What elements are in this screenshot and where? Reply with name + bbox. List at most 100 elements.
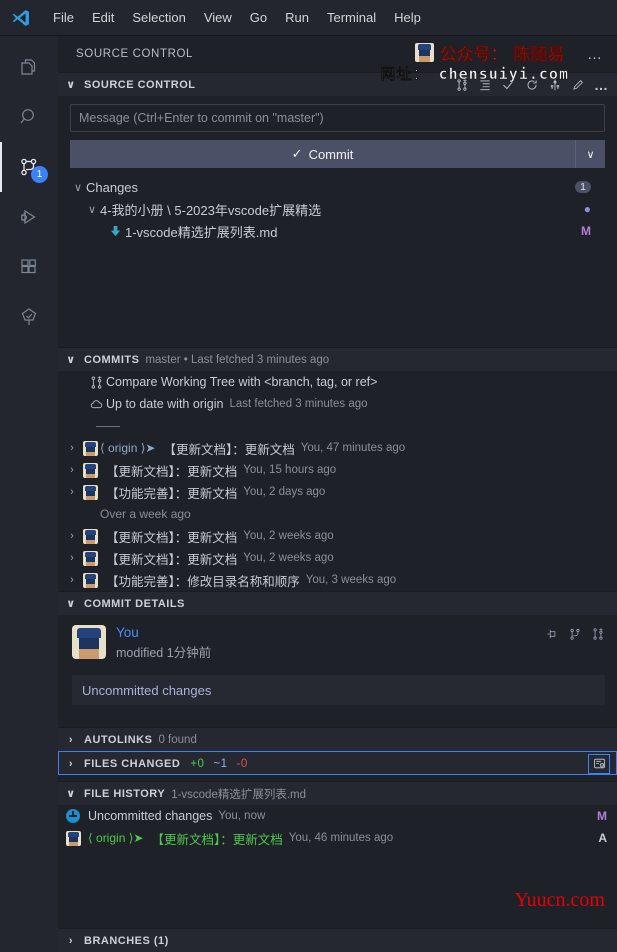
chevron-down-icon: ∨	[73, 181, 83, 194]
refresh-icon[interactable]	[525, 78, 539, 92]
view-title-bar: SOURCE CONTROL …	[58, 36, 617, 72]
commits-group-label: Over a week ago	[100, 507, 191, 521]
commit-meta: You, 3 weeks ago	[305, 574, 397, 586]
source-control-more-icon[interactable]: …	[594, 77, 609, 93]
sidebar: SOURCE CONTROL … ∨ SOURCE CONTROL … Mess…	[58, 36, 617, 952]
count-added: +0	[190, 757, 205, 770]
activity-item-explorer[interactable]	[0, 42, 58, 92]
avatar	[80, 440, 100, 456]
commit-row[interactable]: › 【更新文档】：更新文档 You, 15 hours ago	[58, 459, 617, 481]
workbench-body: 1 SOURCE CONTROL … ∨ SOURCE CONTROL … Me…	[0, 36, 617, 952]
pin-icon[interactable]	[545, 627, 559, 641]
file-history-label: Uncommitted changes	[88, 809, 213, 823]
commit-meta: You, 2 weeks ago	[243, 530, 334, 542]
avatar	[80, 484, 100, 500]
commit-meta: You, 2 weeks ago	[243, 552, 334, 564]
section-header-commit-details[interactable]: ∨ COMMIT DETAILS	[58, 591, 617, 615]
changes-file-label: 1-vscode精选扩展列表.md	[125, 224, 278, 240]
activity-item-source-control[interactable]: 1	[0, 142, 58, 192]
commit-action-compare[interactable]: Compare Working Tree with <branch, tag, …	[58, 371, 617, 393]
view-more-actions-icon[interactable]: …	[583, 46, 607, 63]
section-label: FILES CHANGED	[84, 757, 181, 770]
section-header-commits[interactable]: ∨ COMMITS master • Last fetched 3 minute…	[58, 347, 617, 371]
git-branch-icon[interactable]	[568, 627, 582, 641]
commit-message: 【更新文档】：更新文档	[106, 530, 238, 545]
avatar	[80, 550, 100, 566]
up-to-date-label: Up to date with origin	[106, 397, 224, 411]
commit-button[interactable]: ✓ Commit	[70, 140, 575, 168]
search-icon	[17, 105, 41, 129]
commit-meta: You, 47 minutes ago	[300, 442, 406, 454]
commits-list: Compare Working Tree with <branch, tag, …	[58, 371, 617, 591]
cloud-icon	[86, 397, 106, 412]
commit-dropdown-button[interactable]: ∨	[575, 140, 605, 168]
menu-item-help[interactable]: Help	[385, 7, 430, 28]
section-label: COMMIT DETAILS	[84, 597, 185, 610]
commit-meta: You, 15 hours ago	[243, 464, 337, 476]
section-header-source-control[interactable]: ∨ SOURCE CONTROL …	[58, 72, 617, 96]
source-control-badge: 1	[31, 166, 48, 183]
menu-item-terminal[interactable]: Terminal	[318, 7, 385, 28]
commit-row[interactable]: › 【功能完善】：更新文档 You, 2 days ago	[58, 481, 617, 503]
changes-file-row[interactable]: 1-vscode精选扩展列表.md M	[70, 220, 605, 242]
commit-action-up-to-date[interactable]: Up to date with origin Last fetched 3 mi…	[58, 393, 617, 415]
commit-check-icon[interactable]	[501, 77, 516, 92]
chevron-right-icon: ›	[68, 733, 74, 746]
commit-row[interactable]: › ⟨ origin ⟩➤ 【更新文档】：更新文档 You, 47 minute…	[58, 437, 617, 459]
commit-button-row: ✓ Commit ∨	[70, 140, 605, 168]
up-to-date-meta: Last fetched 3 minutes ago	[229, 398, 368, 410]
git-compare-icon[interactable]	[591, 627, 605, 641]
source-control-graph-icon[interactable]	[548, 78, 562, 92]
changes-folder-row[interactable]: ∨ 4-我的小册 \ 5-2023年vscode扩展精选 ●	[70, 198, 605, 220]
avatar	[66, 830, 88, 846]
commit-message-input[interactable]	[70, 104, 605, 132]
count-deleted: -0	[236, 757, 248, 770]
git-compare-icon	[86, 375, 106, 390]
section-header-files-changed[interactable]: › FILES CHANGED +0 ~1 -0	[58, 751, 617, 775]
commit-row[interactable]: › 【功能完善】：修改目录名称和顺序 You, 3 weeks ago	[58, 569, 617, 591]
commit-button-label: Commit	[308, 146, 354, 162]
activity-item-search[interactable]	[0, 92, 58, 142]
file-history-row[interactable]: ⟨ origin ⟩➤ 【更新文档】：更新文档 You, 46 minutes …	[58, 827, 617, 849]
file-history-list: Uncommitted changes You, now M ⟨ origin …	[58, 805, 617, 849]
view-as-tree-icon[interactable]	[478, 78, 492, 92]
menu-item-go[interactable]: Go	[241, 7, 276, 28]
files-changed-view-icon[interactable]	[588, 753, 610, 774]
avatar	[80, 528, 100, 544]
file-history-meta: You, 46 minutes ago	[288, 832, 394, 844]
activity-item-run-and-debug[interactable]	[0, 192, 58, 242]
commit-row[interactable]: › 【更新文档】：更新文档 You, 2 weeks ago	[58, 547, 617, 569]
commit-details-message: Uncommitted changes	[72, 675, 605, 705]
edit-pencil-icon[interactable]	[571, 78, 585, 92]
section-header-autolinks[interactable]: › AUTOLINKS 0 found	[58, 727, 617, 751]
chevron-right-icon: ›	[68, 757, 74, 770]
commit-author-name[interactable]: You	[116, 625, 211, 640]
section-header-file-history[interactable]: ∨ FILE HISTORY 1-vscode精选扩展列表.md	[58, 781, 617, 805]
changes-count-badge: 1	[567, 178, 591, 196]
section-header-branches[interactable]: › BRANCHES (1)	[58, 928, 617, 952]
commit-details-spacer	[72, 705, 605, 727]
commit-message: 【功能完善】：修改目录名称和顺序	[106, 574, 300, 589]
menu-bar: File Edit Selection View Go Run Terminal…	[0, 0, 617, 36]
menu-item-selection[interactable]: Selection	[123, 7, 194, 28]
file-history-row[interactable]: Uncommitted changes You, now M	[58, 805, 617, 827]
run-debug-icon	[17, 205, 41, 229]
section-label: FILE HISTORY	[84, 787, 166, 800]
chevron-right-icon: ›	[70, 486, 74, 498]
activity-item-extensions[interactable]	[0, 242, 58, 292]
commits-subtitle: master • Last fetched 3 minutes ago	[145, 353, 330, 366]
changes-tree: ∨ Changes 1 ∨ 4-我的小册 \ 5-2023年vscode扩展精选…	[70, 168, 605, 242]
menu-item-run[interactable]: Run	[276, 7, 318, 28]
menu-item-file[interactable]: File	[44, 7, 83, 28]
changes-folder-label: 4-我的小册 \ 5-2023年vscode扩展精选	[100, 202, 322, 218]
git-compare-icon[interactable]	[455, 78, 469, 92]
changes-group-row[interactable]: ∨ Changes 1	[70, 176, 605, 198]
avatar	[80, 572, 100, 588]
menu-item-view[interactable]: View	[195, 7, 241, 28]
activity-item-gitlens[interactable]	[0, 292, 58, 342]
commit-row[interactable]: › 【更新文档】：更新文档 You, 2 weeks ago	[58, 525, 617, 547]
file-status-badge: M	[581, 224, 591, 238]
changes-group-label: Changes	[86, 179, 139, 195]
menu-item-edit[interactable]: Edit	[83, 7, 123, 28]
count-modified: ~1	[213, 757, 228, 770]
